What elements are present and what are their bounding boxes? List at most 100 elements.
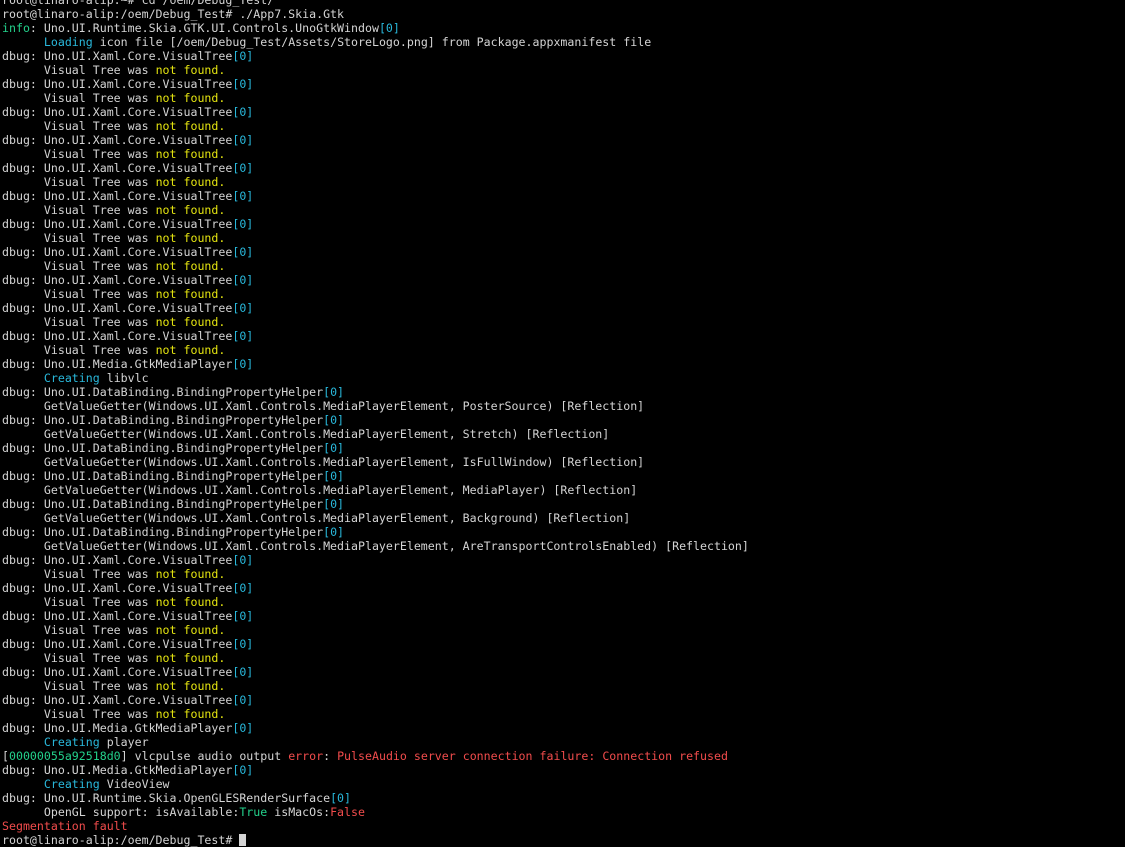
- terminal-text-segment: root@linaro-alip:~# cd /oem/Debug_Test/: [2, 0, 275, 7]
- terminal-line: dbug: Uno.UI.Xaml.Core.VisualTree[0]: [2, 77, 1123, 91]
- terminal-text-segment: [0]: [232, 665, 254, 679]
- terminal-line: dbug: Uno.UI.DataBinding.BindingProperty…: [2, 413, 1123, 427]
- terminal-line: dbug: Uno.UI.Xaml.Core.VisualTree[0]: [2, 637, 1123, 651]
- terminal-text-segment: [0]: [232, 161, 254, 175]
- terminal-text-segment: not found.: [155, 595, 226, 609]
- terminal-text-segment: [0]: [323, 413, 345, 427]
- terminal-line: dbug: Uno.UI.DataBinding.BindingProperty…: [2, 497, 1123, 511]
- terminal-text-segment: dbug: Uno.UI.DataBinding.BindingProperty…: [2, 385, 324, 399]
- terminal-text-segment: info: [2, 21, 30, 35]
- terminal-output[interactable]: root@linaro-alip:~# cd /oem/Debug_Test/r…: [2, 0, 1123, 847]
- terminal-text-segment: [0]: [232, 637, 254, 651]
- terminal-text-segment: not found.: [155, 651, 226, 665]
- terminal-text-segment: not found.: [155, 203, 226, 217]
- terminal-line: dbug: Uno.UI.Xaml.Core.VisualTree[0]: [2, 665, 1123, 679]
- terminal-text-segment: Visual Tree was: [2, 259, 156, 273]
- terminal-text-segment: dbug: Uno.UI.DataBinding.BindingProperty…: [2, 497, 324, 511]
- terminal-text-segment: dbug: Uno.UI.Xaml.Core.VisualTree: [2, 161, 233, 175]
- terminal-line: Segmentation fault: [2, 819, 1123, 833]
- terminal-line: GetValueGetter(Windows.UI.Xaml.Controls.…: [2, 539, 1123, 553]
- terminal-text-segment: dbug: Uno.UI.Xaml.Core.VisualTree: [2, 553, 233, 567]
- terminal-text-segment: dbug: Uno.UI.Xaml.Core.VisualTree: [2, 301, 233, 315]
- terminal-text-segment: dbug: Uno.UI.Media.GtkMediaPlayer: [2, 357, 233, 371]
- terminal-text-segment: dbug: Uno.UI.Xaml.Core.VisualTree: [2, 329, 233, 343]
- terminal-text-segment: not found.: [155, 119, 226, 133]
- terminal-text-segment: 00000055a92518d0: [8, 749, 121, 763]
- terminal-text-segment: icon file [/oem/Debug_Test/Assets/StoreL…: [92, 35, 652, 49]
- terminal-text-segment: Visual Tree was: [2, 343, 156, 357]
- terminal-text-segment: not found.: [155, 231, 226, 245]
- terminal-line: GetValueGetter(Windows.UI.Xaml.Controls.…: [2, 399, 1123, 413]
- terminal-text-segment: dbug: Uno.UI.Xaml.Core.VisualTree: [2, 77, 233, 91]
- terminal-line: Loading icon file [/oem/Debug_Test/Asset…: [2, 35, 1123, 49]
- terminal-line: GetValueGetter(Windows.UI.Xaml.Controls.…: [2, 483, 1123, 497]
- terminal-text-segment: not found.: [155, 63, 226, 77]
- terminal-line: dbug: Uno.UI.Xaml.Core.VisualTree[0]: [2, 49, 1123, 63]
- terminal-line: Visual Tree was not found.: [2, 259, 1123, 273]
- terminal-text-segment: dbug: Uno.UI.Xaml.Core.VisualTree: [2, 245, 233, 259]
- terminal-text-segment: Visual Tree was: [2, 287, 156, 301]
- terminal-text-segment: [0]: [232, 329, 254, 343]
- terminal-text-segment: root@linaro-alip:/oem/Debug_Test# ./App7…: [2, 7, 345, 21]
- terminal-line: Visual Tree was not found.: [2, 707, 1123, 721]
- terminal-text-segment: [0]: [232, 273, 254, 287]
- terminal-line: Visual Tree was not found.: [2, 567, 1123, 581]
- terminal-line: dbug: Uno.UI.Xaml.Core.VisualTree[0]: [2, 329, 1123, 343]
- terminal-text-segment: [: [2, 749, 9, 763]
- terminal-line: dbug: Uno.UI.DataBinding.BindingProperty…: [2, 385, 1123, 399]
- terminal-text-segment: dbug: Uno.UI.Media.GtkMediaPlayer: [2, 721, 233, 735]
- terminal-text-segment: Creating: [43, 371, 100, 385]
- terminal-text-segment: False: [330, 805, 365, 819]
- terminal-text-segment: [0]: [232, 357, 254, 371]
- terminal-text-segment: [0]: [323, 441, 345, 455]
- terminal-line: dbug: Uno.UI.Xaml.Core.VisualTree[0]: [2, 105, 1123, 119]
- terminal-text-segment: Visual Tree was: [2, 203, 156, 217]
- terminal-text-segment: Visual Tree was: [2, 679, 156, 693]
- terminal-text-segment: isMacOs:: [267, 805, 331, 819]
- terminal-line: Visual Tree was not found.: [2, 679, 1123, 693]
- terminal-text-segment: not found.: [155, 91, 226, 105]
- terminal-text-segment: dbug: Uno.UI.Xaml.Core.VisualTree: [2, 189, 233, 203]
- terminal-text-segment: not found.: [155, 707, 226, 721]
- terminal-line: root@linaro-alip:~# cd /oem/Debug_Test/: [2, 0, 1123, 7]
- terminal-text-segment: libvlc: [99, 371, 149, 385]
- terminal-text-segment: VideoView: [99, 777, 170, 791]
- terminal-text-segment: not found.: [155, 315, 226, 329]
- terminal-text-segment: Visual Tree was: [2, 623, 156, 637]
- terminal-text-segment: Visual Tree was: [2, 119, 156, 133]
- terminal-line: dbug: Uno.UI.Xaml.Core.VisualTree[0]: [2, 161, 1123, 175]
- terminal-text-segment: [0]: [232, 609, 254, 623]
- terminal-text-segment: dbug: Uno.UI.Xaml.Core.VisualTree: [2, 637, 233, 651]
- terminal-text-segment: dbug: Uno.UI.Xaml.Core.VisualTree: [2, 273, 233, 287]
- terminal-text-segment: Visual Tree was: [2, 651, 156, 665]
- terminal-text-segment: error: [288, 749, 324, 763]
- terminal-line: Visual Tree was not found.: [2, 231, 1123, 245]
- terminal-line: info: Uno.UI.Runtime.Skia.GTK.UI.Control…: [2, 21, 1123, 35]
- terminal-text-segment: [0]: [232, 245, 254, 259]
- terminal-line: Visual Tree was not found.: [2, 203, 1123, 217]
- terminal-line: GetValueGetter(Windows.UI.Xaml.Controls.…: [2, 427, 1123, 441]
- terminal-line: Visual Tree was not found.: [2, 651, 1123, 665]
- terminal-line: Visual Tree was not found.: [2, 147, 1123, 161]
- terminal-text-segment: dbug: Uno.UI.DataBinding.BindingProperty…: [2, 469, 324, 483]
- terminal-cursor: [239, 834, 247, 846]
- terminal-line: dbug: Uno.UI.Xaml.Core.VisualTree[0]: [2, 217, 1123, 231]
- terminal-line: Visual Tree was not found.: [2, 343, 1123, 357]
- terminal-text-segment: Visual Tree was: [2, 595, 156, 609]
- terminal-line: dbug: Uno.UI.DataBinding.BindingProperty…: [2, 525, 1123, 539]
- terminal-text-segment: GetValueGetter(Windows.UI.Xaml.Controls.…: [2, 427, 610, 441]
- terminal-line: Visual Tree was not found.: [2, 175, 1123, 189]
- terminal-text-segment: Visual Tree was: [2, 567, 156, 581]
- terminal-line: Creating libvlc: [2, 371, 1123, 385]
- terminal-line: dbug: Uno.UI.Xaml.Core.VisualTree[0]: [2, 301, 1123, 315]
- terminal-text-segment: dbug: Uno.UI.Xaml.Core.VisualTree: [2, 581, 233, 595]
- terminal-text-segment: dbug: Uno.UI.Runtime.Skia.OpenGLESRender…: [2, 791, 331, 805]
- terminal-text-segment: :: [323, 749, 338, 763]
- terminal-text-segment: GetValueGetter(Windows.UI.Xaml.Controls.…: [2, 539, 749, 553]
- terminal-line: dbug: Uno.UI.Xaml.Core.VisualTree[0]: [2, 245, 1123, 259]
- terminal-text-segment: dbug: Uno.UI.Xaml.Core.VisualTree: [2, 665, 233, 679]
- terminal-line: Visual Tree was not found.: [2, 595, 1123, 609]
- terminal-text-segment: dbug: Uno.UI.DataBinding.BindingProperty…: [2, 413, 324, 427]
